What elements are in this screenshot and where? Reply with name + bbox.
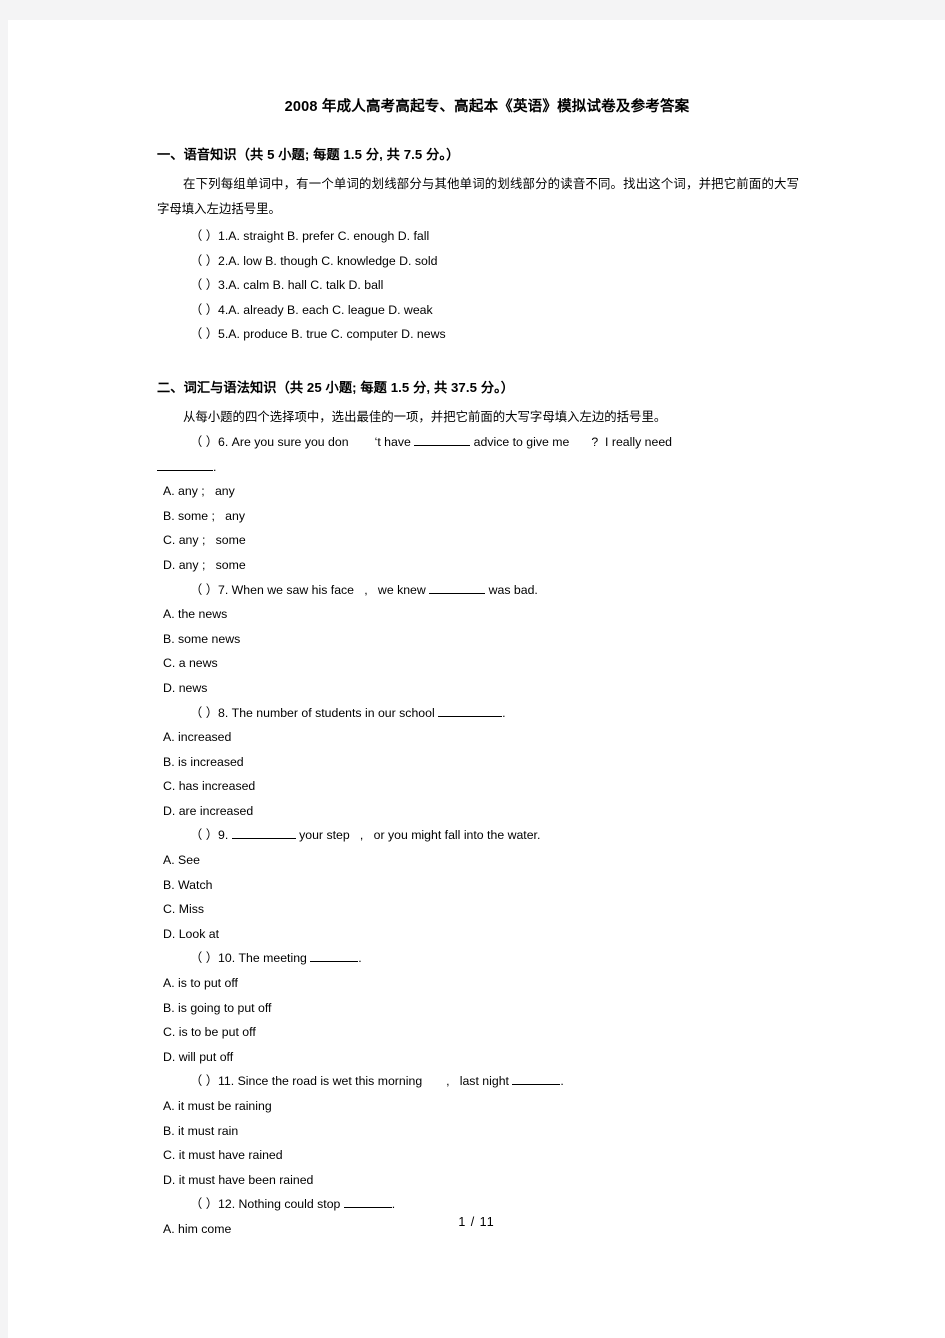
question-stem-7: （ ）7. When we saw his face , we knew was… [157,578,799,603]
option-item: C. is to be put off [163,1025,256,1040]
option-item: A. it must be raining [163,1099,272,1113]
option-item: B. is increased [163,754,244,769]
page-content: 2008 年成人高考高起专、高起本《英语》模拟试卷及参考答案 一、语音知识（共 … [157,95,799,1242]
list-item: （ ）2.A. low B. though C. knowledge D. so… [190,253,438,268]
list-item: （ ）4.A. already B. each C. league D. wea… [190,302,433,317]
document-page: 2008 年成人高考高起专、高起本《英语》模拟试卷及参考答案 一、语音知识（共 … [8,20,945,1338]
option-item: D. any ; some [163,557,246,572]
question-stem-tail: . [502,705,506,720]
question-stem-10: （ ）10. The meeting . [157,946,799,971]
option-item: A. increased [163,730,232,745]
page-footer: 1 / 11 [458,1215,495,1229]
question-stem-text-2: t have [377,434,415,449]
option-item: B. is going to put off [163,1000,272,1015]
question-stem-tail: . [391,1197,396,1212]
option-item: C. Miss [163,902,204,917]
question-stem-6: （ ）6. Are you sure you don ‘t have advice… [157,430,799,455]
answer-blank [512,1072,561,1086]
option-item: A. any ; any [163,484,235,499]
question-stem-text: （ ）7. When we saw his face , we knew [190,582,430,597]
option-item: B. Watch [163,877,213,892]
question-stem-text: （ ）8. The number of students in our scho… [190,705,439,720]
option-item: C. any ; some [163,533,246,548]
section-instruction-1: 在下列每组单词中，有一个单词的划线部分与其他单词的划线部分的读音不同。找出这个词… [157,177,799,216]
option-item: A. the news [163,607,228,622]
question-stem-text: （ ）11. Since the road is wet this mornin… [190,1074,513,1089]
option-item: A. is to put off [163,976,238,991]
list-item: （ ）5.A. produce B. true C. computer D. n… [190,327,446,342]
option-item: D. will put off [163,1049,234,1064]
answer-blank [414,433,471,446]
option-item: D. it must have been rained [163,1172,314,1187]
answer-blank [310,949,359,963]
option-item: C. it must have rained [163,1148,283,1163]
page-title: 2008 年成人高考高起专、高起本《英语》模拟试卷及参考答案 [284,99,690,115]
answer-blank [429,581,486,594]
option-item: B. it must rain [163,1123,239,1138]
answer-blank [438,704,503,717]
option-item: D. are increased [163,803,254,818]
question-stem-9: （ ）9. your step , or you might fall into… [157,823,799,848]
question-stem-text-4: ? I really need [591,434,673,449]
question-stem-11: （ ）11. Since the road is wet this mornin… [157,1069,799,1094]
option-item: C. has increased [163,779,256,794]
question-stem-text: （ ）12. Nothing could stop [190,1197,344,1212]
section-heading-2: 二、词汇与语法知识（共 25 小题; 每题 1.5 分, 共 37.5 分。） [157,379,515,395]
list-item: （ ）3.A. calm B. hall C. talk D. ball [190,278,384,293]
answer-blank [231,826,296,840]
question-stem-text: （ ）9. [190,828,232,843]
question-stem-tail: . [358,951,362,966]
section-heading-1: 一、语音知识（共 5 小题; 每题 1.5 分, 共 7.5 分。） [157,147,460,162]
question-stem-6-wrap: . [157,455,799,480]
question-stem-tail: was bad. [485,582,538,597]
option-item: D. Look at [163,926,220,941]
answer-blank [157,458,213,471]
option-item: C. a news [163,656,218,671]
phonetic-question-list: （ ）1.A. straight B. prefer C. enough D. … [157,224,799,347]
question-stem-text: （ ）10. The meeting [190,951,311,966]
answer-blank [343,1195,392,1209]
question-wrap-text: . [213,459,217,474]
option-item: B. some news [163,631,241,646]
question-stem-tail: your step , or you might fall into the w… [295,828,541,843]
question-stem-text: （ ）6. Are you sure you don [190,434,349,449]
question-stem-tail: . [560,1074,564,1089]
question-stem-text-3: advice to give me [470,434,570,449]
option-item: A. See [163,853,200,868]
section-instruction-2: 从每小题的四个选择项中，选出最佳的一项，并把它前面的大写字母填入左边的括号里。 [183,409,667,424]
question-stem-12: （ ）12. Nothing could stop . [157,1192,799,1217]
option-item: D. news [163,680,208,695]
list-item: （ ）1.A. straight B. prefer C. enough D. … [190,229,430,243]
option-item: B. some ; any [163,508,246,523]
question-stem-8: （ ）8. The number of students in our scho… [157,701,799,726]
